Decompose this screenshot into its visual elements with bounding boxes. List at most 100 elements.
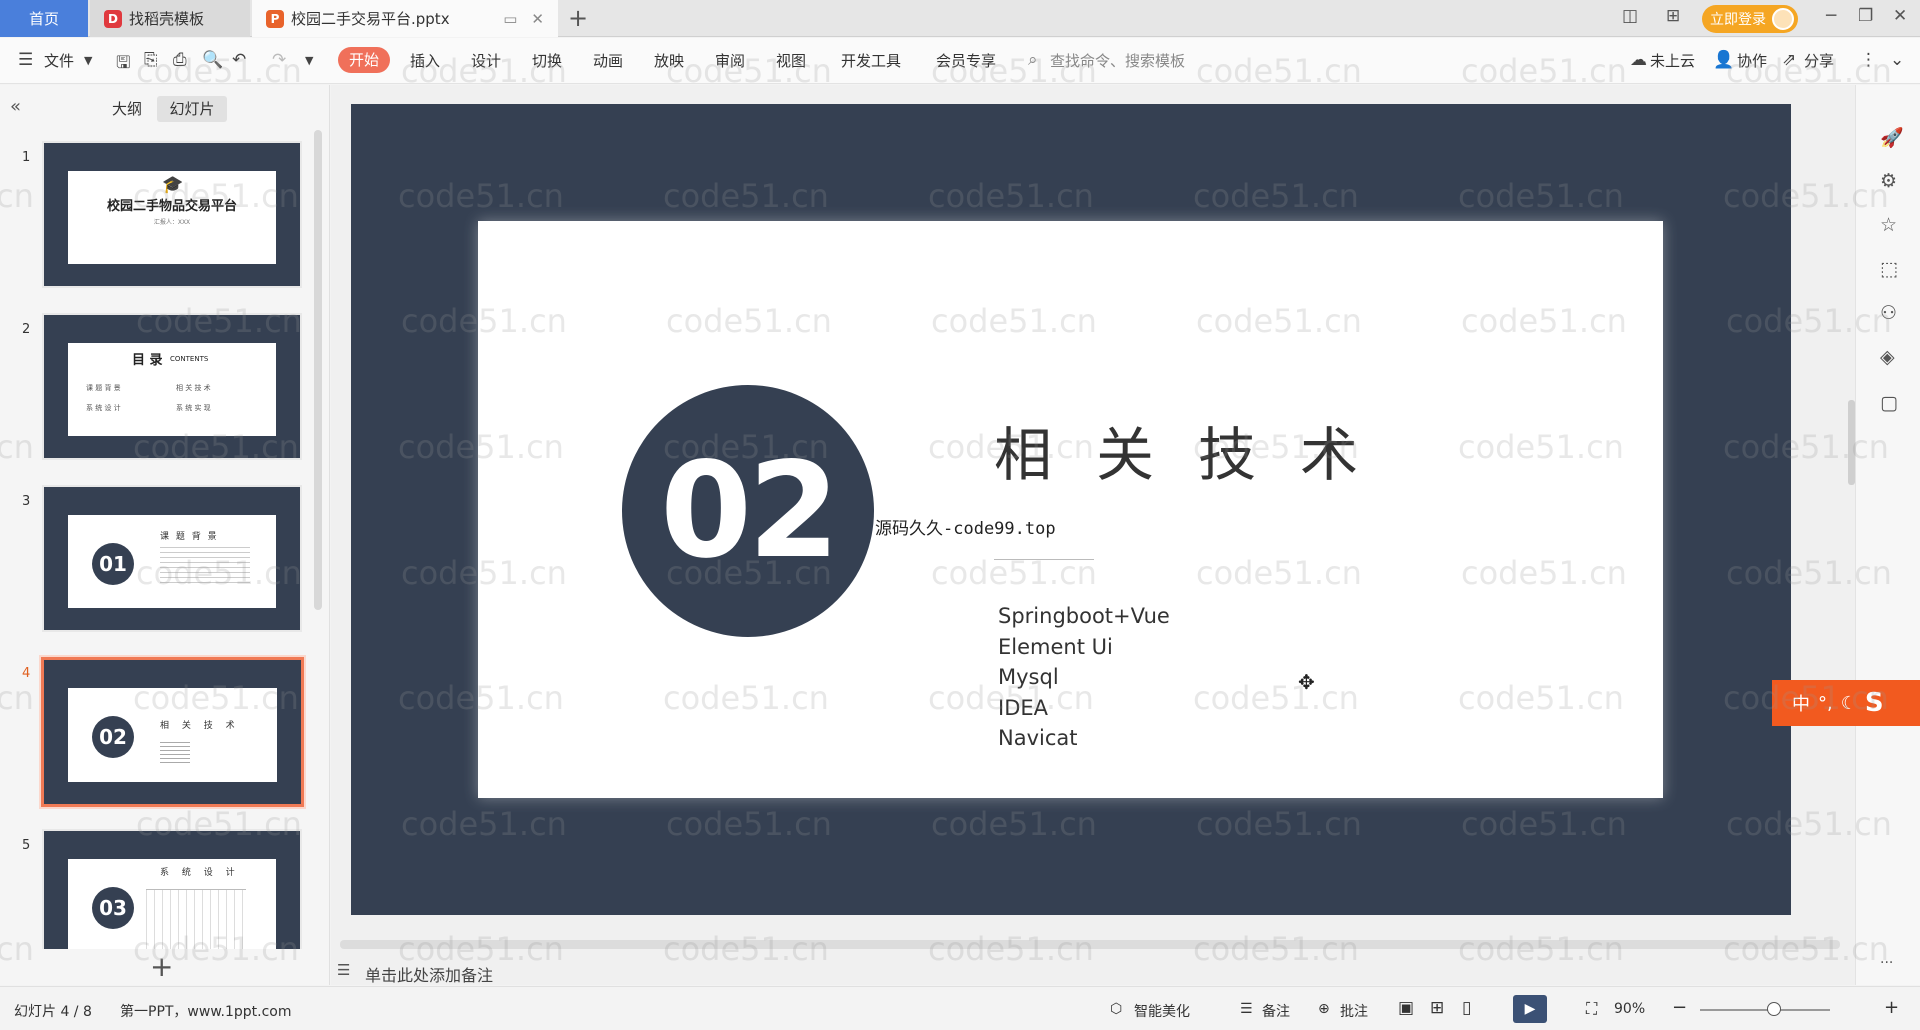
login-label: 立即登录 <box>1710 12 1766 28</box>
notes-placeholder: 单击此处添加备注 <box>365 966 494 985</box>
zoom-out-icon[interactable]: − <box>1672 997 1687 1018</box>
more-options-icon[interactable]: ··· <box>1880 955 1893 971</box>
star-icon[interactable]: ☆ <box>1880 214 1897 236</box>
ribbon-tab-developer[interactable]: 开发工具 <box>841 50 901 71</box>
tech-item: IDEA <box>998 695 1048 720</box>
menu-icon[interactable]: ☰ <box>18 50 33 70</box>
panel-scrollbar[interactable] <box>314 130 322 610</box>
close-icon[interactable]: ✕ <box>1893 6 1907 26</box>
save-icon[interactable]: 🖫 <box>116 50 130 79</box>
slide-title[interactable]: 相关技术 <box>994 408 1402 492</box>
notes-button[interactable]: 备注 <box>1262 1001 1290 1021</box>
zoom-level[interactable]: 90% <box>1614 1001 1645 1017</box>
status-bar: 幻灯片 4 / 8 第一PPT，www.1ppt.com ⬡ 智能美化 ☰ 备注… <box>0 986 1920 1030</box>
ribbon-tab-design[interactable]: 设计 <box>471 50 501 71</box>
ribbon-tab-insert[interactable]: 插入 <box>410 50 440 71</box>
thumb-number: 4 <box>22 666 31 681</box>
comment-icon[interactable]: ⬚ <box>1880 258 1898 280</box>
rocket-icon[interactable]: 🚀 <box>1880 126 1904 149</box>
screen-icon[interactable]: ▭ <box>503 10 517 28</box>
theme-name[interactable]: 第一PPT，www.1ppt.com <box>120 1001 291 1021</box>
more-icon[interactable]: ⋮ <box>1860 50 1877 70</box>
settings-sliders-icon[interactable]: ⚙ <box>1880 170 1897 192</box>
vertical-scrollbar[interactable] <box>1848 400 1855 485</box>
play-slideshow-button[interactable]: ▶ <box>1513 995 1547 1023</box>
toc-item: 相 关 技 术 <box>176 384 211 392</box>
thumb-body-text <box>160 742 190 764</box>
command-search-input[interactable]: 查找命令、搜索模板 <box>1050 50 1185 71</box>
cloud-icon: ☁ <box>1630 50 1647 70</box>
search-icon: ⌕ <box>1028 50 1038 70</box>
tech-item: Springboot+Vue <box>998 604 1170 628</box>
smart-beautify-button[interactable]: 智能美化 <box>1134 1001 1190 1021</box>
restore-icon[interactable]: ❐ <box>1858 6 1873 26</box>
ribbon-tab-animation[interactable]: 动画 <box>593 50 623 71</box>
print-icon[interactable]: ⎙ <box>173 50 187 70</box>
ime-toolbar[interactable]: 中 °, ☾ S <box>1772 680 1920 726</box>
apps-grid-icon[interactable]: ⊞ <box>1666 6 1680 26</box>
sogou-logo-icon: S <box>1864 688 1884 718</box>
slide-sorter-icon[interactable]: ⊞ <box>1430 998 1444 1018</box>
tab-outline[interactable]: 大纲 <box>112 98 142 119</box>
collapse-ribbon-icon[interactable]: ⌄ <box>1890 50 1904 70</box>
app-window: 首页 D 找稻壳模板 P 校园二手交易平台.pptx ▭ ✕ + ◫ ⊞ 立即登… <box>0 0 1920 1030</box>
tab-template[interactable]: D 找稻壳模板 <box>90 0 250 37</box>
slide-thumbnail-5[interactable]: 03 系 统 设 计 <box>42 829 302 949</box>
horizontal-scrollbar[interactable] <box>340 940 1840 949</box>
quick-access-chevron-icon[interactable]: ▼ <box>305 54 313 67</box>
thumb-page: 🎓 校园二手物品交易平台 汇报人：XXX <box>68 171 276 264</box>
slide-thumbnail-4[interactable]: 02 相 关 技 术 <box>41 657 304 807</box>
tab-document-label: 校园二手交易平台.pptx <box>291 10 450 28</box>
redo-icon[interactable]: ↷ <box>272 50 286 70</box>
location-icon[interactable]: ◈ <box>1880 346 1895 368</box>
ribbon-tab-transition[interactable]: 切换 <box>532 50 562 71</box>
thumb-subtitle: 汇报人：XXX <box>153 219 191 226</box>
close-tab-icon[interactable]: ✕ <box>531 10 544 28</box>
new-tab-button[interactable]: + <box>568 4 588 32</box>
notes-toggle-icon: ☰ <box>1240 1001 1253 1017</box>
normal-view-icon[interactable]: ▣ <box>1398 998 1414 1018</box>
reading-view-icon[interactable]: ▯ <box>1462 998 1471 1018</box>
slide-thumbnail-3[interactable]: 01 课 题 背 景 <box>42 485 302 632</box>
material-icon[interactable]: ⚇ <box>1880 302 1897 324</box>
zoom-slider-handle[interactable] <box>1767 1002 1781 1016</box>
export-pdf-icon[interactable]: ⎘ <box>144 50 158 70</box>
tech-list[interactable]: Springboot+Vue Element Ui Mysql IDEA Nav… <box>998 601 1170 754</box>
thumb-section-badge: 02 <box>92 716 134 758</box>
slide-thumbnail-2[interactable]: 目 录 CONTENTS 课 题 背 景 相 关 技 术 系 统 设 计 系 统… <box>42 313 302 460</box>
file-menu[interactable]: 文件 <box>44 50 74 71</box>
thumb-number: 3 <box>22 494 31 509</box>
zoom-slider[interactable] <box>1700 1009 1830 1011</box>
share-button[interactable]: 分享 <box>1804 50 1834 71</box>
section-number-circle[interactable]: 02 <box>622 385 874 637</box>
book-icon[interactable]: ▢ <box>1880 392 1898 414</box>
print-preview-icon[interactable]: 🔍 <box>202 50 223 70</box>
undo-icon[interactable]: ↶ <box>232 50 246 70</box>
add-slide-button[interactable]: + <box>150 950 173 983</box>
cloud-status[interactable]: 未上云 <box>1650 50 1695 71</box>
zoom-in-icon[interactable]: + <box>1884 997 1899 1018</box>
ribbon-tab-member[interactable]: 会员专享 <box>936 50 996 71</box>
ribbon-tab-start[interactable]: 开始 <box>338 47 390 73</box>
ribbon-tab-review[interactable]: 审阅 <box>715 50 745 71</box>
layout-icon[interactable]: ◫ <box>1622 6 1638 26</box>
tab-document[interactable]: P 校园二手交易平台.pptx ▭ ✕ <box>252 0 558 37</box>
collapse-panel-icon[interactable]: « <box>10 96 21 117</box>
fit-window-icon[interactable]: ⛶ <box>1586 999 1597 1019</box>
move-cursor-icon: ✥ <box>1298 670 1315 694</box>
login-button[interactable]: 立即登录 <box>1702 5 1798 33</box>
chevron-down-icon[interactable]: ▼ <box>84 54 92 67</box>
ribbon-tab-slideshow[interactable]: 放映 <box>654 50 684 71</box>
collab-button[interactable]: 协作 <box>1737 50 1767 71</box>
tab-slides[interactable]: 幻灯片 <box>157 96 227 122</box>
minimize-icon[interactable]: ─ <box>1826 6 1836 26</box>
thumb-title: 课 题 背 景 <box>160 532 219 542</box>
slide-thumbnail-1[interactable]: 🎓 校园二手物品交易平台 汇报人：XXX <box>42 141 302 288</box>
ime-mode-icon: °, <box>1818 692 1833 714</box>
ime-language: 中 <box>1792 694 1810 715</box>
ribbon-tab-view[interactable]: 视图 <box>776 50 806 71</box>
slide-subtitle[interactable]: 源码久久-code99.top <box>875 514 1056 539</box>
notes-area[interactable]: ☰ 单击此处添加备注 <box>331 956 1855 986</box>
tab-home[interactable]: 首页 <box>0 0 88 37</box>
comment-button[interactable]: 批注 <box>1340 1001 1368 1021</box>
